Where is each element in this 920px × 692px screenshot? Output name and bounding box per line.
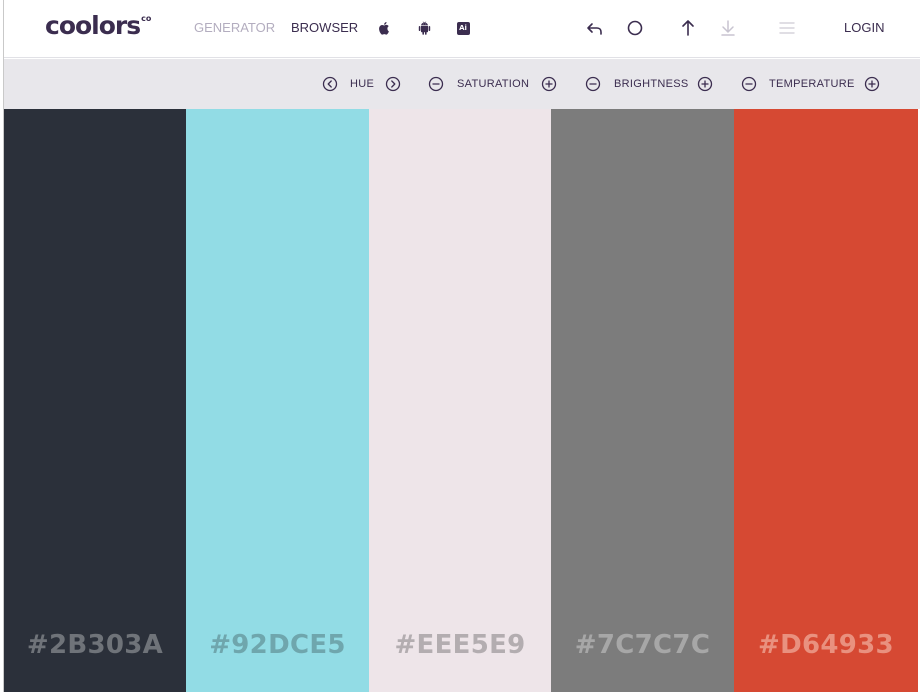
brightness-increase-icon[interactable] bbox=[696, 75, 714, 93]
saturation-increase-icon[interactable] bbox=[540, 75, 558, 93]
swatch-hex-code[interactable]: #D64933 bbox=[734, 630, 918, 660]
temperature-decrease-icon[interactable] bbox=[740, 75, 758, 93]
ai-badge: Ai bbox=[456, 21, 470, 35]
nav-generator-link[interactable]: GENERATOR bbox=[194, 20, 275, 36]
android-icon[interactable] bbox=[413, 17, 435, 39]
color-swatch-2[interactable]: #92DCE5 bbox=[186, 109, 369, 692]
apple-icon[interactable] bbox=[373, 17, 395, 39]
brightness-label: BRIGHTNESS bbox=[614, 78, 689, 90]
saturation-decrease-icon[interactable] bbox=[427, 75, 445, 93]
nav-browser-link[interactable]: BROWSER bbox=[291, 20, 358, 36]
adjustment-toolbar: HUE SATURATION BRIGHTNESS TEMPERATURE bbox=[4, 59, 920, 109]
color-palette: #2B303A #92DCE5 #EEE5E9 #7C7C7C #D64933 bbox=[4, 109, 918, 692]
login-link[interactable]: LOGIN bbox=[844, 20, 884, 36]
coolors-logo[interactable]: coolorsco bbox=[45, 11, 152, 40]
swatch-hex-code[interactable]: #92DCE5 bbox=[186, 630, 369, 660]
temperature-increase-icon[interactable] bbox=[863, 75, 881, 93]
color-swatch-5[interactable]: #D64933 bbox=[734, 109, 918, 692]
saturation-label: SATURATION bbox=[457, 78, 530, 90]
adobe-illustrator-icon[interactable]: Ai bbox=[452, 17, 474, 39]
up-arrow-icon[interactable] bbox=[677, 17, 699, 39]
swatch-hex-code[interactable]: #2B303A bbox=[4, 630, 186, 660]
download-icon[interactable] bbox=[717, 17, 739, 39]
brightness-decrease-icon[interactable] bbox=[584, 75, 602, 93]
hue-previous-icon[interactable] bbox=[321, 75, 339, 93]
logo-text: coolors bbox=[45, 11, 141, 40]
color-swatch-1[interactable]: #2B303A bbox=[4, 109, 186, 692]
hue-next-icon[interactable] bbox=[384, 75, 402, 93]
swatch-hex-code[interactable]: #7C7C7C bbox=[551, 630, 734, 660]
color-swatch-4[interactable]: #7C7C7C bbox=[551, 109, 734, 692]
menu-icon[interactable] bbox=[776, 17, 798, 39]
hue-label: HUE bbox=[350, 78, 375, 90]
temperature-label: TEMPERATURE bbox=[769, 78, 855, 90]
logo-mark: co bbox=[141, 13, 152, 23]
swatch-hex-code[interactable]: #EEE5E9 bbox=[369, 630, 551, 660]
color-swatch-3[interactable]: #EEE5E9 bbox=[369, 109, 551, 692]
circle-icon[interactable] bbox=[624, 17, 646, 39]
top-navigation-bar: coolorsco GENERATOR BROWSER Ai LOGIN bbox=[4, 0, 920, 58]
undo-icon[interactable] bbox=[584, 17, 606, 39]
